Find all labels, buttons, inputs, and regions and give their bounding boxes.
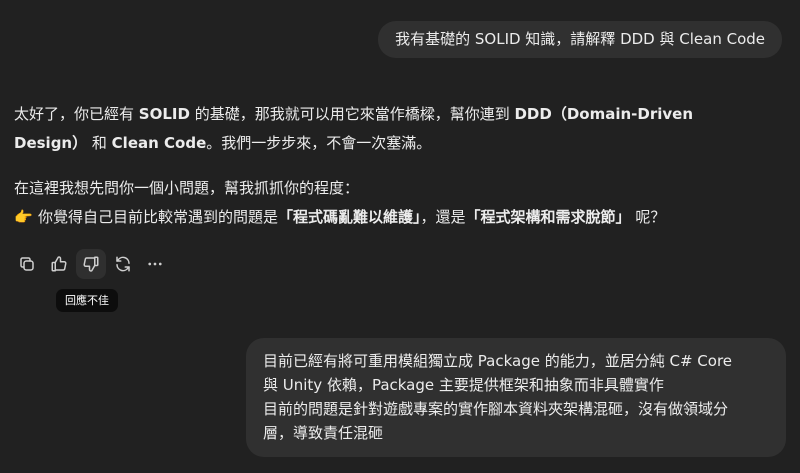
user-message-line: 目前已經有將可重用模組獨立成 Package 的能力，並居分純 C# Core <box>263 352 733 370</box>
assistant-paragraph-2: 在這裡我想先問你一個小問題，幫我抓抓你的程度： 👉 你覺得自己目前比較常遇到的問題… <box>14 174 784 232</box>
assistant-line: 👉 你覺得自己目前比較常遇到的問題是「程式碼亂難以維護」，還是「程式架構和需求脫節… <box>14 203 784 232</box>
user-message-bubble: 我有基礎的 SOLID 知識，請解釋 DDD 與 Clean Code <box>378 21 782 58</box>
user-message-bubble: 目前已經有將可重用模組獨立成 Package 的能力，並居分純 C# Core … <box>246 338 786 457</box>
like-button[interactable] <box>44 249 74 279</box>
thumbs-up-icon <box>51 256 67 272</box>
text-run: 太好了，你已經有 <box>14 105 139 123</box>
bold-text: Design） <box>14 134 88 152</box>
bold-text: DDD（Domain-Driven <box>514 105 694 123</box>
more-icon <box>148 262 162 266</box>
message-actions <box>12 249 170 279</box>
bold-text: 「程式碼亂難以維護」 <box>278 208 421 226</box>
more-button[interactable] <box>140 249 170 279</box>
text-run: 。我們一步步來，不會一次塞滿。 <box>206 134 432 152</box>
dislike-button[interactable] <box>76 249 106 279</box>
assistant-line: Design） 和 Clean Code。我們一步步來，不會一次塞滿。 <box>14 129 784 158</box>
assistant-line: 太好了，你已經有 SOLID 的基礎，那我就可以用它來當作橋樑，幫你連到 DDD… <box>14 100 784 129</box>
text-run: ，還是 <box>420 208 466 226</box>
text-run: 和 <box>87 134 112 152</box>
tooltip: 回應不佳 <box>56 289 118 312</box>
bold-text: Clean Code <box>111 134 207 152</box>
pointing-hand-icon: 👉 <box>14 208 33 226</box>
regenerate-button[interactable] <box>108 249 138 279</box>
assistant-message: 太好了，你已經有 SOLID 的基礎，那我就可以用它來當作橋樑，幫你連到 DDD… <box>14 100 784 232</box>
user-message-line: 目前的問題是針對遊戲專案的實作腳本資料夾架構混砸，沒有做領域分 <box>263 400 729 418</box>
user-message-line: 層，導致責任混砸 <box>263 424 384 442</box>
user-message-text: 我有基礎的 SOLID 知識，請解釋 DDD 與 Clean Code <box>395 30 765 48</box>
assistant-paragraph-1: 太好了，你已經有 SOLID 的基礎，那我就可以用它來當作橋樑，幫你連到 DDD… <box>14 100 784 158</box>
user-message-line: 與 Unity 依賴，Package 主要提供框架和抽象而非具體實作 <box>263 376 664 394</box>
text-run: 的基礎，那我就可以用它來當作橋樑，幫你連到 <box>189 105 515 123</box>
bold-text: 「程式架構和需求脫節」 <box>465 208 631 226</box>
refresh-icon <box>116 256 130 272</box>
copy-icon <box>20 257 34 271</box>
thumbs-down-icon <box>83 256 99 272</box>
text-run: 你覺得自己目前比較常遇到的問題是 <box>38 208 279 226</box>
copy-button[interactable] <box>12 249 42 279</box>
bold-text: SOLID <box>138 105 190 123</box>
text-run: 呢？ <box>630 208 666 226</box>
assistant-line: 在這裡我想先問你一個小問題，幫我抓抓你的程度： <box>14 179 360 197</box>
